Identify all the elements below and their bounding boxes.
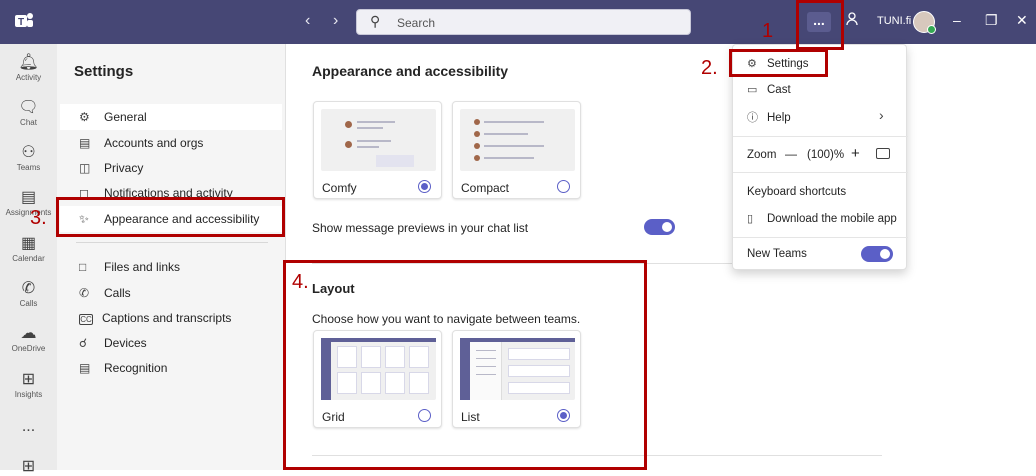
id-card-icon: ▤: [79, 136, 91, 150]
message-preview-toggle[interactable]: [644, 219, 675, 235]
devices-icon: ☌: [79, 336, 88, 350]
comfy-radio[interactable]: [418, 180, 431, 193]
menu-divider: [733, 237, 908, 238]
compact-radio[interactable]: [557, 180, 570, 193]
zoom-in-button[interactable]: +: [851, 145, 860, 162]
cloud-icon: ☁︎: [20, 325, 37, 342]
close-icon[interactable]: ✕: [1016, 12, 1028, 29]
phone-icon: ✆: [21, 280, 36, 297]
rail-item-calls[interactable]: ✆ Calls: [0, 278, 57, 308]
teams-icon: ⚇: [21, 144, 36, 161]
settings-item-calls[interactable]: ✆ Calls: [79, 286, 131, 300]
settings-item-privacy[interactable]: ◫ Privacy: [79, 161, 143, 175]
teams-logo-icon: T: [13, 10, 37, 34]
density-label: Comfy: [322, 181, 357, 195]
fullscreen-icon[interactable]: [876, 148, 890, 159]
new-teams-toggle[interactable]: [861, 246, 893, 262]
rail-item-chat[interactable]: 🗨︎ Chat: [0, 97, 57, 127]
svg-text:T: T: [18, 17, 24, 28]
people-icon[interactable]: [846, 12, 860, 30]
forward-arrow-icon[interactable]: ›: [333, 12, 338, 30]
menu-item-download-mobile[interactable]: ▯ Download the mobile app: [747, 212, 897, 225]
help-icon: ⓘ: [747, 112, 758, 124]
settings-divider: [76, 242, 268, 243]
settings-item-accounts[interactable]: ▤ Accounts and orgs: [79, 136, 203, 150]
menu-item-cast[interactable]: ▭ Cast: [747, 83, 791, 96]
search-icon: ⚲: [370, 13, 381, 29]
gear-icon: ⚙: [79, 110, 90, 124]
annotation-box-4: [283, 260, 647, 470]
annotation-box-1: [796, 0, 844, 50]
recognition-icon: ▤: [79, 361, 91, 375]
annotation-label-2: 2.: [701, 57, 718, 79]
annotation-label-4: 4.: [292, 271, 309, 293]
add-apps-icon: ⊞: [21, 458, 36, 475]
cast-icon: ▭: [747, 84, 758, 96]
zoom-label: Zoom: [747, 149, 777, 161]
settings-item-devices[interactable]: ☌ Devices: [79, 336, 147, 350]
rail-item-onedrive[interactable]: ☁︎ OneDrive: [0, 323, 57, 353]
settings-item-captions[interactable]: CC Captions and transcripts: [79, 311, 231, 325]
insights-icon: ⊞: [21, 371, 36, 388]
density-option-comfy[interactable]: Comfy: [313, 101, 442, 199]
app-rail: 🔔︎ Activity 🗨︎ Chat ⚇ Teams ▤ Assignment…: [0, 44, 57, 475]
phone-icon: ✆: [79, 286, 90, 300]
settings-title: Settings: [74, 63, 134, 80]
rail-item-teams[interactable]: ⚇ Teams: [0, 142, 57, 172]
zoom-value: (100)%: [807, 149, 845, 161]
annotation-label-3: 3.: [30, 207, 47, 229]
annotation-box-2: [729, 49, 828, 77]
presence-available-icon: [927, 25, 936, 34]
chat-icon: 🗨︎: [18, 99, 39, 116]
message-preview-label: Show message previews in your chat list: [312, 221, 529, 235]
settings-item-files[interactable]: □ Files and links: [79, 260, 180, 274]
title-bar: T ‹ › ⚲ Search ... TUNI.fi – ❐ ✕: [0, 0, 1036, 44]
menu-item-keyboard-shortcuts[interactable]: Keyboard shortcuts: [747, 186, 846, 198]
rail-item-activity[interactable]: 🔔︎ Activity: [0, 52, 57, 82]
comfy-preview: [321, 109, 436, 171]
settings-item-general[interactable]: ⚙ General: [79, 110, 147, 124]
rail-item-calendar[interactable]: ▦ Calendar: [0, 233, 57, 263]
menu-item-help[interactable]: ⓘ Help: [747, 109, 791, 125]
annotation-label-1: 1: [762, 20, 774, 42]
rail-item-more[interactable]: ...: [0, 418, 57, 436]
more-options-menu: ⚙ Settings ▭ Cast ⓘ Help › Zoom — (100)% + …: [732, 44, 908, 270]
annotation-box-3: [56, 197, 285, 237]
assignments-icon: ▤: [20, 189, 37, 206]
compact-preview: [460, 109, 575, 171]
new-teams-label: New Teams: [747, 248, 807, 260]
more-icon: ...: [21, 418, 36, 435]
rail-item-add-apps[interactable]: ⊞: [0, 456, 57, 476]
menu-divider: [733, 172, 908, 173]
calendar-icon: ▦: [20, 235, 37, 252]
density-option-compact[interactable]: Compact: [452, 101, 581, 199]
back-arrow-icon[interactable]: ‹: [305, 12, 310, 30]
search-placeholder: Search: [397, 16, 436, 30]
page-title: Appearance and accessibility: [312, 63, 509, 79]
rail-item-insights[interactable]: ⊞ Insights: [0, 369, 57, 399]
cc-icon: CC: [79, 314, 93, 325]
lock-icon: ◫: [79, 161, 91, 175]
file-icon: □: [79, 260, 87, 274]
restore-icon[interactable]: ❐: [985, 12, 998, 29]
bell-icon: 🔔︎: [18, 54, 39, 71]
zoom-out-button[interactable]: —: [785, 147, 797, 161]
chevron-right-icon: ›: [879, 107, 884, 123]
minimize-icon[interactable]: –: [953, 12, 961, 28]
settings-item-recognition[interactable]: ▤ Recognition: [79, 361, 167, 375]
phone-device-icon: ▯: [747, 213, 754, 225]
rail-item-assignments[interactable]: ▤ Assignments: [0, 187, 57, 217]
density-label: Compact: [461, 181, 510, 195]
menu-divider: [733, 136, 908, 137]
search-input[interactable]: ⚲ Search: [356, 9, 691, 35]
org-name[interactable]: TUNI.fi: [877, 15, 911, 27]
